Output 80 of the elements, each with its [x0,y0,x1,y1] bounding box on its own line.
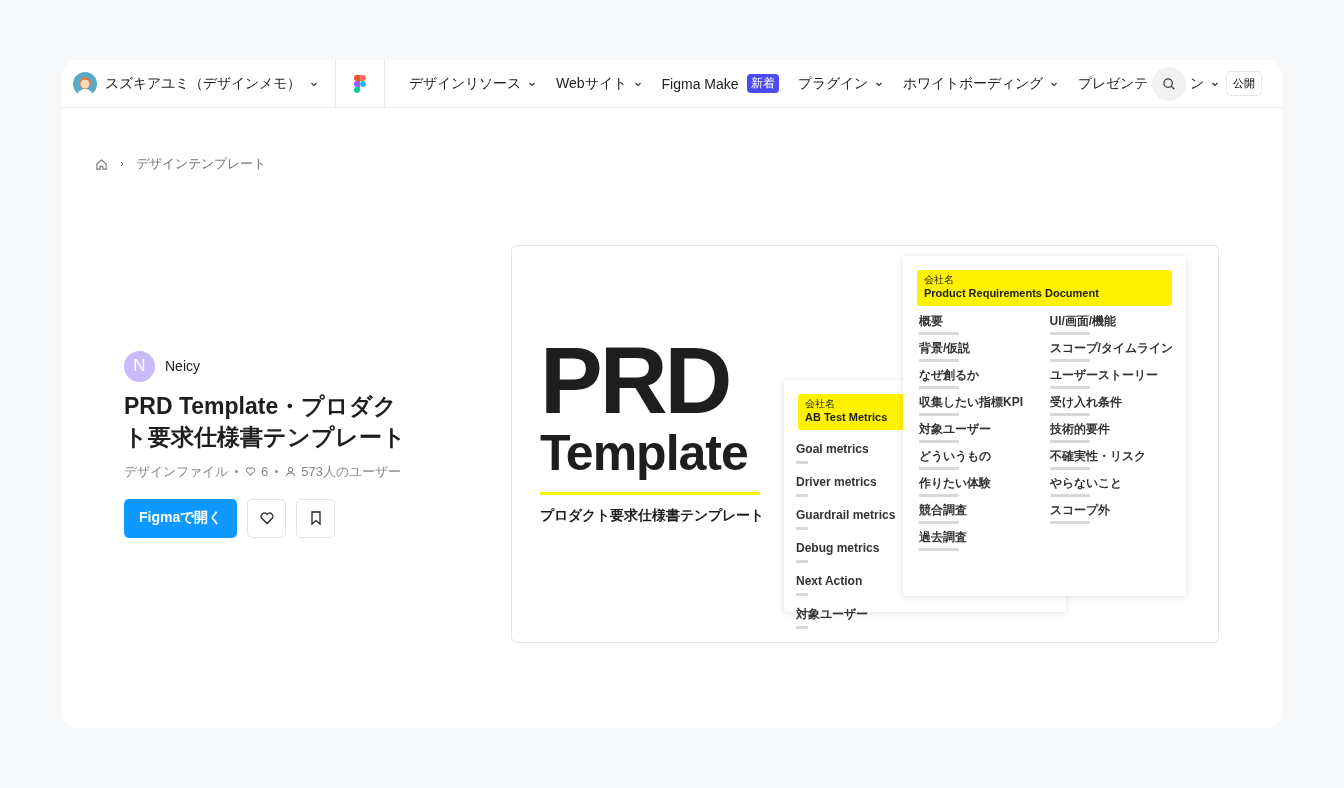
placeholder-line [796,560,808,563]
placeholder-line [1049,386,1090,389]
publish-button[interactable]: 公開 [1226,71,1262,96]
section-label: 背景/仮説 [919,341,971,356]
figma-logo-icon[interactable] [354,74,366,93]
placeholder-line [796,593,808,596]
section-label: ユーザーストーリー [1049,368,1158,383]
nav-menu-item[interactable]: ホワイトボーディング [902,74,1043,93]
nav-menu-item[interactable]: プレゼンテ [1077,74,1148,93]
section-label: どういうもの [919,449,991,464]
company-label: 会社名 [924,274,955,286]
chevron-right-icon [118,160,126,168]
placeholder-line [1049,332,1090,335]
heart-icon [245,466,256,477]
section-label: UI/画面/機能 [1049,314,1117,329]
placeholder-line [919,494,959,497]
section-label: やらないこと [1049,476,1122,491]
section-label: Guardrail metrics [796,508,896,523]
breadcrumb-link[interactable]: デザインテンプレート [136,155,266,173]
document-title: Product Requirements Document [924,286,1100,300]
search-icon [1161,76,1176,91]
section-label: 収集したい指標KPI [919,395,1023,410]
author-name[interactable]: Neicy [165,358,200,374]
section-label: Goal metrics [796,442,869,457]
section-label: 作りたい体験 [919,476,991,491]
home-icon[interactable] [95,157,108,171]
placeholder-line [796,626,808,629]
company-label: 会社名 [805,398,836,410]
placeholder-line [919,359,959,362]
heart-icon [258,510,275,526]
placeholder-line [796,461,808,464]
bookmark-button[interactable] [296,498,336,538]
placeholder-line [796,527,808,530]
cover-title: Template [540,424,749,482]
section-label: 競合調査 [919,503,967,518]
section-label: 対象ユーザー [796,607,868,622]
user-count: 573人のユーザー [301,462,401,481]
placeholder-line [919,548,959,551]
placeholder-line [1049,467,1090,470]
section-label: 対象ユーザー [919,422,991,437]
like-count: 6 [261,464,269,479]
placeholder-line [1049,413,1090,416]
placeholder-line [919,386,959,389]
placeholder-line [919,332,959,335]
section-label: 受け入れ条件 [1049,395,1122,410]
placeholder-line [919,440,959,443]
like-button[interactable] [247,498,287,538]
section-label: 過去調査 [919,530,967,545]
nav-menu-item[interactable]: プラグイン [797,74,868,93]
template-title: PRD Template・プロダクト要求仕様書テンプレート [124,391,407,452]
file-type: デザインファイル [124,462,228,481]
placeholder-line [1049,359,1090,362]
placeholder-line [1049,494,1090,497]
section-label: Driver metrics [796,475,877,490]
account-name[interactable]: スズキアユミ（デザインメモ） [105,74,301,93]
new-badge: 新着 [746,74,779,93]
section-label: スコープ/タイムライン [1049,341,1173,356]
placeholder-line [1049,521,1090,524]
placeholder-line [796,494,808,497]
placeholder-line [919,521,959,524]
placeholder-line [919,467,959,470]
nav-menu-item[interactable]: Figma Make [661,75,739,92]
user-icon [285,466,297,477]
section-label: 概要 [919,314,943,329]
nav-menu-item[interactable]: Webサイト [556,74,627,93]
section-label: Next Action [796,574,863,589]
section-label: Debug metrics [796,541,880,556]
section-label: スコープ外 [1049,503,1110,518]
avatar-icon[interactable] [73,71,97,96]
nav-menu-item[interactable]: ン [1189,74,1204,93]
section-label: 技術的要件 [1049,422,1110,437]
section-label: 不確実性・リスク [1049,449,1146,464]
section-label: なぜ創るか [919,368,979,383]
document-title: AB Test Metrics [805,410,889,424]
nav-menu-item[interactable]: デザインリソース [409,74,521,93]
search-button[interactable] [1151,66,1186,101]
placeholder-line [1049,440,1090,443]
placeholder-line [919,413,959,416]
cover-title: PRD [540,338,731,424]
cover-subtitle: プロダクト要求仕様書テンプレート [540,507,760,525]
